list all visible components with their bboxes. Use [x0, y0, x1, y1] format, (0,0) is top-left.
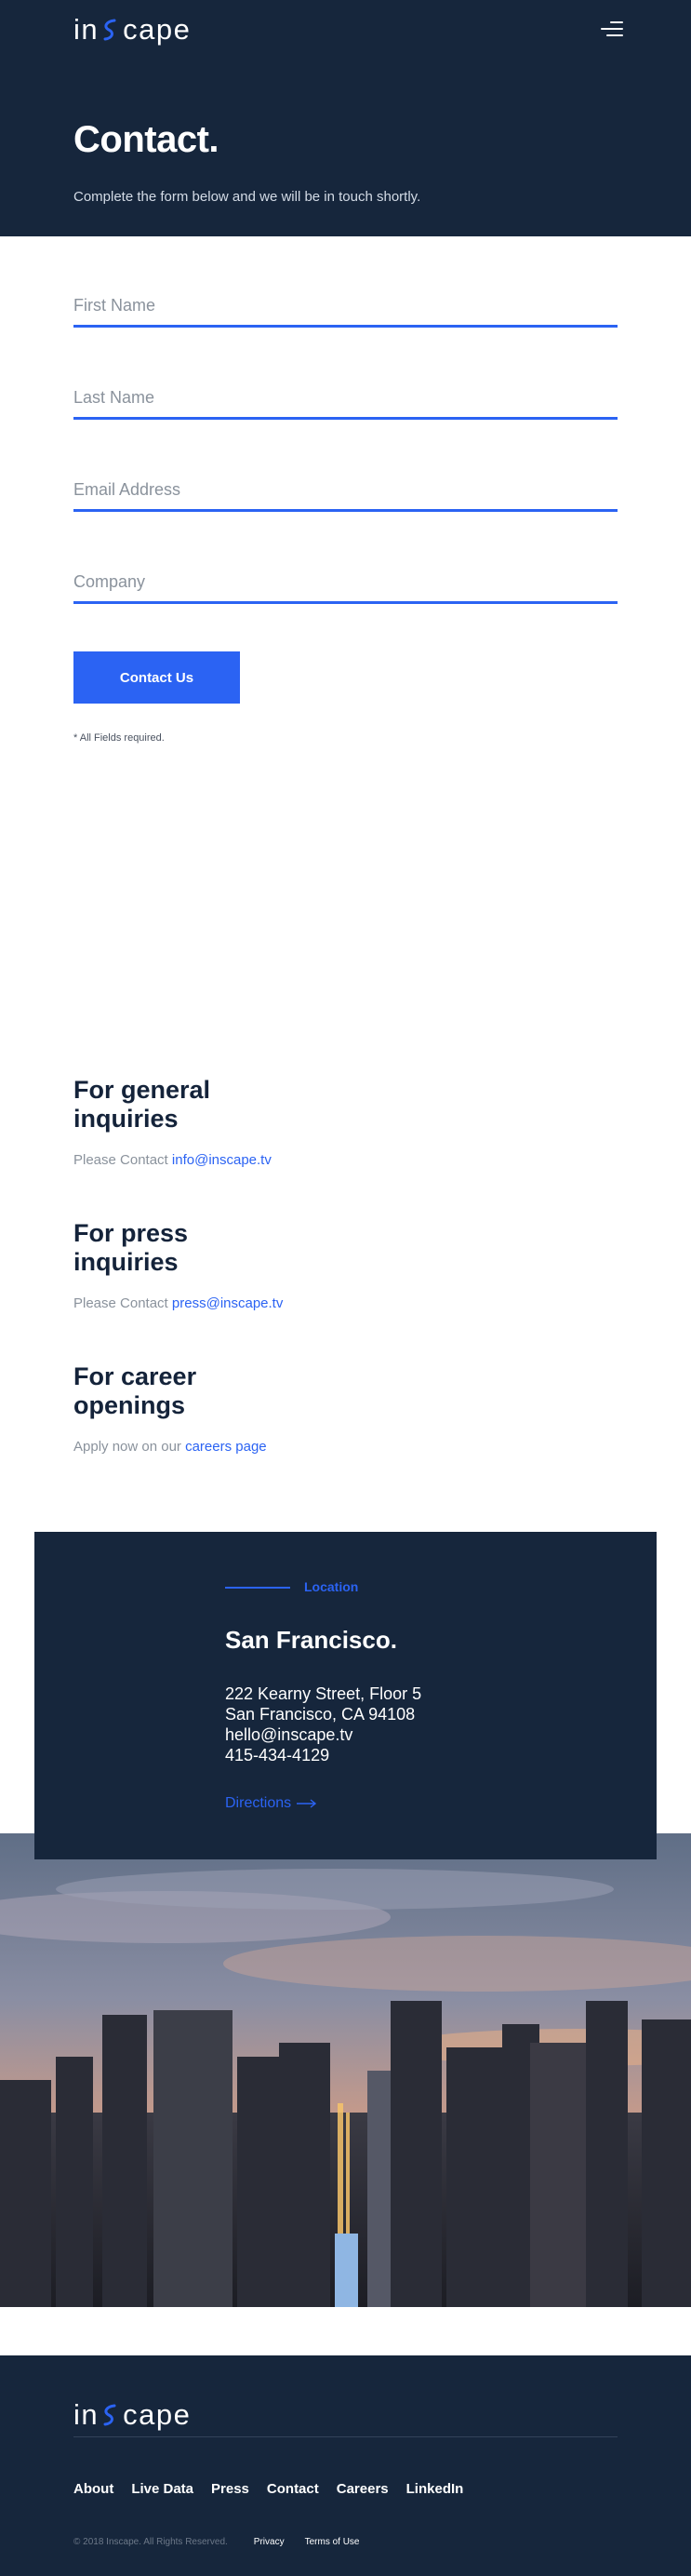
skyline-illustration: [0, 1833, 691, 2307]
location-rule: [225, 1587, 290, 1589]
logo-prefix: in: [73, 13, 100, 46]
careers-page-link[interactable]: careers page: [185, 1439, 267, 1455]
privacy-link[interactable]: Privacy: [254, 2537, 285, 2547]
location-details: 222 Kearny Street, Floor 5 San Francisco…: [225, 1684, 421, 1765]
location-city: San Francisco.: [225, 1626, 397, 1654]
general-inquiries-title: For general inquiries: [73, 1076, 211, 1133]
footer-link-linkedin[interactable]: LinkedIn: [406, 2481, 464, 2497]
site-footer: in cape About Live Data Press Contact Ca…: [0, 2355, 691, 2576]
company-underline: [73, 548, 618, 604]
footer-link-press[interactable]: Press: [211, 2481, 249, 2497]
last-name-input[interactable]: [73, 388, 618, 408]
page-subtitle: Complete the form below and we will be i…: [73, 189, 421, 205]
city-skyline-image: [0, 1833, 691, 2307]
page-title: Contact.: [73, 119, 219, 160]
last-name-underline: [73, 364, 618, 420]
footer-logo[interactable]: in cape: [73, 2400, 191, 2429]
location-card: Location San Francisco. 222 Kearny Stree…: [34, 1532, 657, 1859]
career-openings-title: For career openings: [73, 1362, 197, 1419]
general-inquiries-text: Please Contact info@inscape.tv: [73, 1152, 272, 1168]
required-note: * All Fields required.: [73, 732, 165, 744]
location-section: Location San Francisco. 222 Kearny Stree…: [0, 1532, 691, 2355]
general-inquiries: For general inquiries Please Contact inf…: [73, 1076, 272, 1168]
location-email[interactable]: hello@inscape.tv: [225, 1724, 421, 1745]
inquiries-section: For general inquiries Please Contact inf…: [0, 1026, 691, 1532]
career-openings-prefix: Apply now on our: [73, 1439, 186, 1455]
career-openings: For career openings Apply now on our car…: [73, 1362, 267, 1455]
first-name-underline: [73, 272, 618, 328]
location-label: Location: [304, 1579, 359, 1594]
footer-logo-prefix: in: [73, 2398, 100, 2431]
footer-link-live-data[interactable]: Live Data: [131, 2481, 193, 2497]
first-name-input[interactable]: [73, 296, 618, 315]
contact-us-button[interactable]: Contact Us: [73, 651, 240, 704]
press-inquiries-email-link[interactable]: press@inscape.tv: [172, 1295, 283, 1311]
footer-logo-suffix: cape: [123, 2398, 192, 2431]
press-inquiries-prefix: Please Contact: [73, 1295, 172, 1311]
directions-label: Directions: [225, 1795, 292, 1811]
footer-divider: [73, 2436, 618, 2437]
address-line-2: San Francisco, CA 94108: [225, 1705, 416, 1724]
footer-link-careers[interactable]: Careers: [337, 2481, 389, 2497]
hamburger-menu-icon[interactable]: [601, 20, 623, 38]
hero-header: in cape Contact. Complete the form below…: [0, 0, 691, 236]
footer-link-contact[interactable]: Contact: [267, 2481, 319, 2497]
footer-nav: About Live Data Press Contact Careers Li…: [73, 2481, 481, 2497]
terms-link[interactable]: Terms of Use: [305, 2537, 360, 2547]
logo-suffix: cape: [123, 13, 192, 46]
career-openings-text: Apply now on our careers page: [73, 1439, 267, 1455]
site-logo[interactable]: in cape: [73, 15, 191, 44]
footer-logo-s-mark-icon: [103, 2404, 116, 2425]
press-inquiries-text: Please Contact press@inscape.tv: [73, 1295, 283, 1311]
general-inquiries-prefix: Please Contact: [73, 1152, 172, 1168]
general-inquiries-email-link[interactable]: info@inscape.tv: [172, 1152, 272, 1168]
contact-form-fields: Contact Us * All Fields required.: [0, 236, 691, 1026]
press-inquiries: For press inquiries Please Contact press…: [73, 1219, 283, 1311]
email-underline: [73, 456, 618, 512]
company-input[interactable]: [73, 572, 618, 592]
footer-legal: © 2018 Inscape. All Rights Reserved. Pri…: [73, 2537, 380, 2547]
arrow-right-icon: [297, 1799, 317, 1808]
address-line-1: 222 Kearny Street, Floor 5: [225, 1684, 422, 1703]
press-inquiries-title: For press inquiries: [73, 1219, 189, 1276]
email-input[interactable]: [73, 480, 618, 500]
directions-link[interactable]: Directions: [225, 1795, 317, 1812]
logo-s-mark-icon: [103, 19, 116, 40]
location-phone[interactable]: 415-434-4129: [225, 1745, 421, 1765]
copyright-text: © 2018 Inscape. All Rights Reserved.: [73, 2537, 228, 2547]
footer-link-about[interactable]: About: [73, 2481, 113, 2497]
